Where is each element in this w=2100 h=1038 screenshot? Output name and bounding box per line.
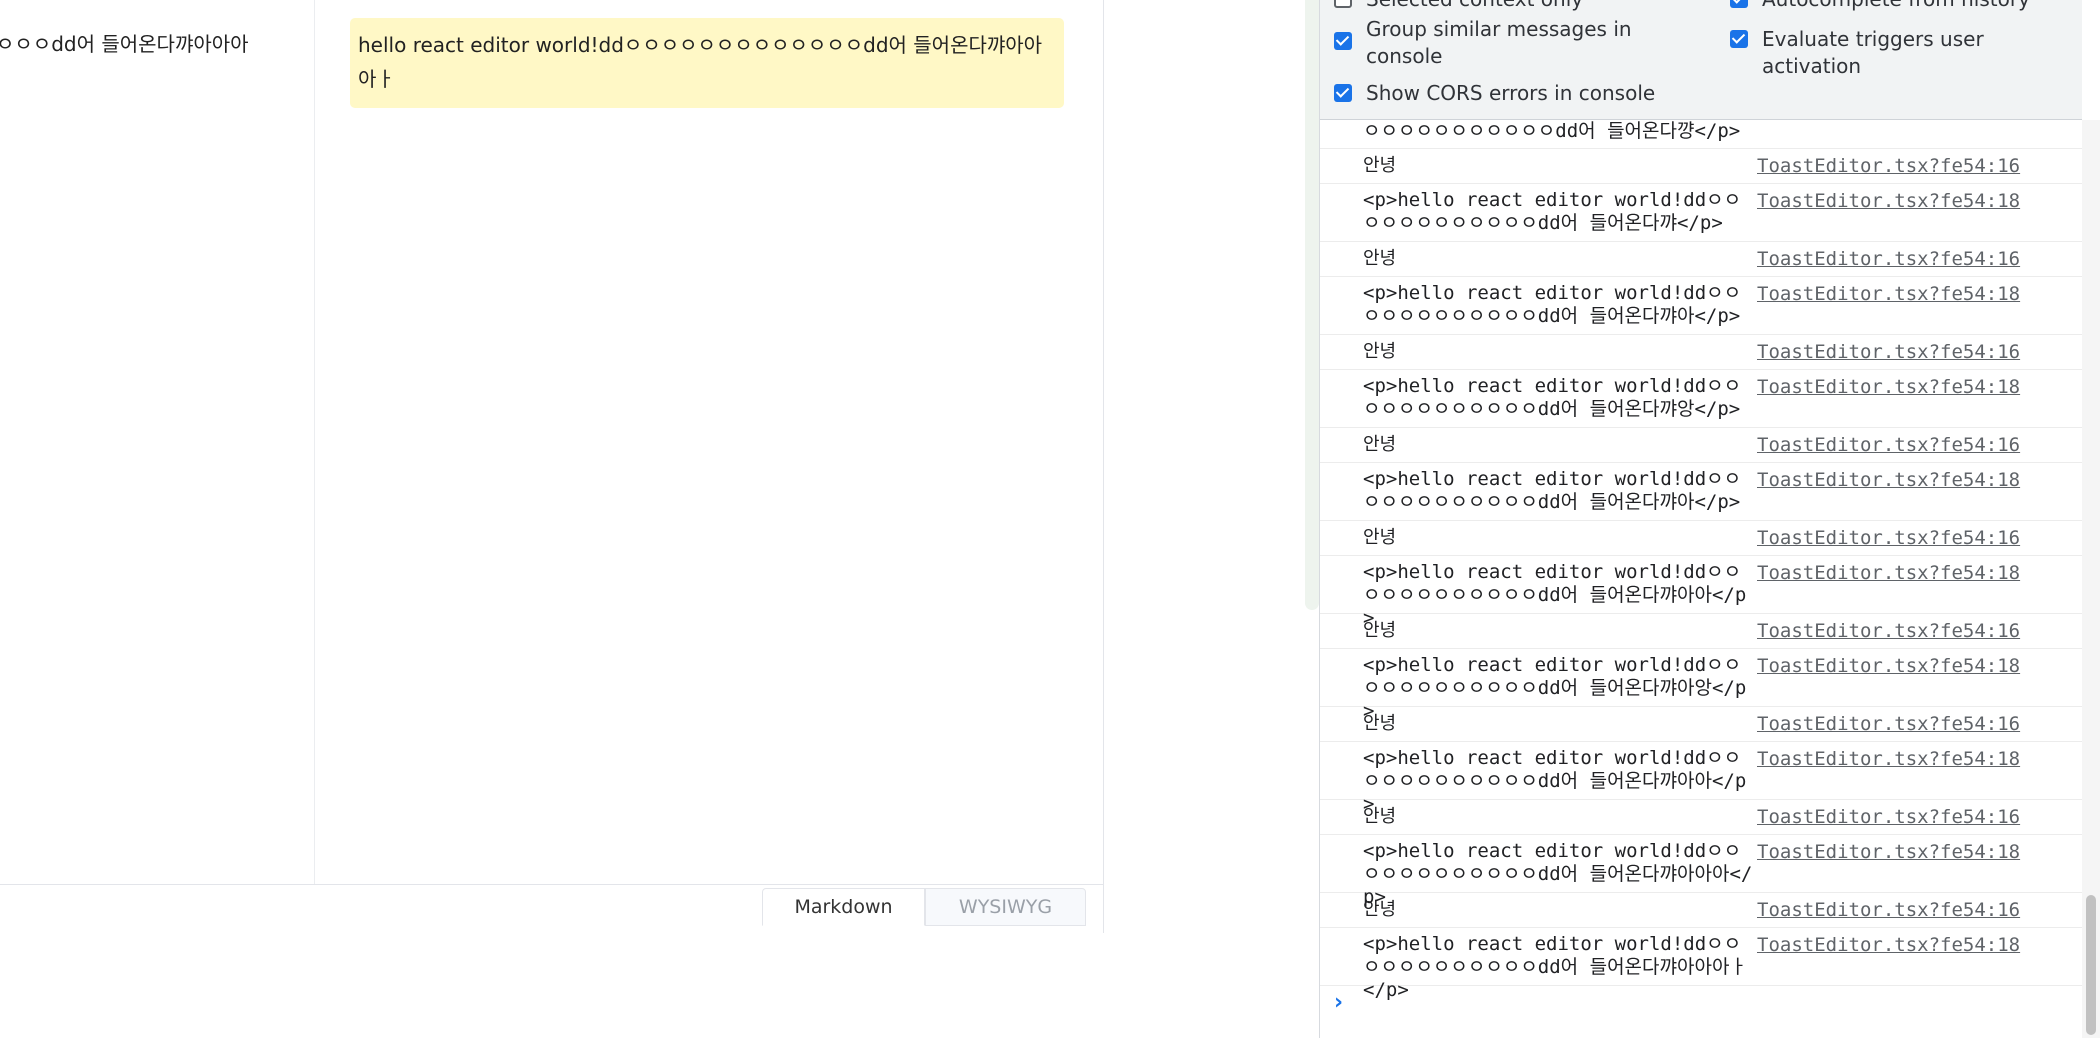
console-source-link[interactable]: ToastEditor.tsx?fe54:18 [1757,934,2020,956]
console-row: 안녕 ToastEditor.tsx?fe54:16 [1320,428,2082,463]
console-source-link[interactable]: ToastEditor.tsx?fe54:16 [1757,899,2020,921]
setting-autocomplete[interactable]: Autocomplete from history [1730,0,2030,13]
setting-show-cors[interactable]: Show CORS errors in console [1334,80,1655,107]
setting-label: Group similar messages in console [1366,17,1632,68]
console-row: <p>hello react editor world!ddㅇㅇㅇㅇㅇㅇㅇㅇㅇㅇ… [1320,556,2082,629]
console-row: <p>hello react editor world!ddㅇㅇㅇㅇㅇㅇㅇㅇㅇㅇ… [1320,463,2082,521]
console-source-link[interactable]: ToastEditor.tsx?fe54:18 [1757,376,2020,398]
console-message-text: <p>hello react editor world!ddㅇㅇㅇㅇㅇㅇㅇㅇㅇㅇ… [1363,375,1742,420]
console-scrollbar[interactable] [2082,120,2100,1038]
console-source-link[interactable]: ToastEditor.tsx?fe54:18 [1757,469,2020,491]
console-source-link[interactable]: ToastEditor.tsx?fe54:16 [1757,527,2020,549]
setting-label: Autocomplete from history [1762,0,2030,13]
tab-wysiwyg[interactable]: WYSIWYG [925,888,1086,926]
console-source-link[interactable]: ToastEditor.tsx?fe54:16 [1757,248,2020,270]
console-message-text: <p>hello react editor world!ddㅇㅇㅇㅇㅇㅇㅇㅇㅇㅇ… [1363,189,1742,234]
console-row: 안녕 ToastEditor.tsx?fe54:16 [1320,707,2082,742]
markdown-pane[interactable]: ㅇㅇㅇdd어 들어온다꺄아아아 [0,0,315,884]
console-source-link[interactable]: ToastEditor.tsx?fe54:18 [1757,748,2020,770]
setting-label: Show CORS errors in console [1366,81,1656,105]
console-row: 안녕 ToastEditor.tsx?fe54:16 [1320,893,2082,928]
setting-evaluate-triggers[interactable]: Evaluate triggers user activation [1730,26,2082,80]
preview-pane: hello react editor world!ddㅇㅇㅇㅇㅇㅇㅇㅇㅇㅇㅇㅇㅇ… [315,0,1103,884]
console-row: 안녕 ToastEditor.tsx?fe54:16 [1320,800,2082,835]
console-message-text: ㅇㅇㅇㅇㅇㅇㅇㅇㅇㅇㅇdd어 들어온다꺙</p> [1363,120,1741,142]
setting-selected-context[interactable]: Selected context only [1334,0,1583,13]
editor-mode-tabbar: Markdown WYSIWYG [0,884,1103,933]
console-message-text: 안녕 [1363,620,1397,641]
console-source-link[interactable]: ToastEditor.tsx?fe54:18 [1757,190,2020,212]
console-message-text: 안녕 [1363,155,1397,176]
console-message-clipped: ㅇㅇㅇㅇㅇㅇㅇㅇㅇㅇㅇdd어 들어온다꺙</p> [1320,120,2082,149]
console-message-text: 안녕 [1363,806,1397,827]
console-row: <p>hello react editor world!ddㅇㅇㅇㅇㅇㅇㅇㅇㅇㅇ… [1320,835,2082,908]
tab-markdown[interactable]: Markdown [762,888,925,926]
checkbox-group-similar[interactable] [1334,32,1352,50]
console-source-link[interactable]: ToastEditor.tsx?fe54:18 [1757,562,2020,584]
console-message-text: 안녕 [1363,527,1397,548]
checkbox-selected-context[interactable] [1334,0,1352,8]
console-scrollbar-thumb[interactable] [2086,895,2096,1035]
console-message-text: 안녕 [1363,341,1397,362]
chevron-right-icon: › [1334,990,1344,1015]
console-message-text: <p>hello react editor world!ddㅇㅇㅇㅇㅇㅇㅇㅇㅇㅇ… [1363,468,1742,513]
console-row: 안녕 ToastEditor.tsx?fe54:16 [1320,149,2082,184]
console-log: ㅇㅇㅇㅇㅇㅇㅇㅇㅇㅇㅇdd어 들어온다꺙</p> 안녕 ToastEditor.t… [1320,120,2082,1038]
console-row: <p>hello react editor world!ddㅇㅇㅇㅇㅇㅇㅇㅇㅇㅇ… [1320,928,2082,1001]
console-message-text: 안녕 [1363,899,1397,920]
console-row: <p>hello react editor world!ddㅇㅇㅇㅇㅇㅇㅇㅇㅇㅇ… [1320,649,2082,722]
checkbox-evaluate-triggers[interactable] [1730,30,1748,48]
markdown-text-line[interactable]: ㅇㅇㅇdd어 들어온다꺄아아아 [0,28,249,57]
setting-group-similar[interactable]: Group similar messages in console [1334,16,1694,70]
setting-label: Evaluate triggers user activation [1762,27,1984,78]
console-row: 안녕 ToastEditor.tsx?fe54:16 [1320,614,2082,649]
console-source-link[interactable]: ToastEditor.tsx?fe54:16 [1757,434,2020,456]
console-source-link[interactable]: ToastEditor.tsx?fe54:18 [1757,283,2020,305]
console-source-link[interactable]: ToastEditor.tsx?fe54:16 [1757,620,2020,642]
console-row: 안녕 ToastEditor.tsx?fe54:16 [1320,521,2082,556]
checkbox-show-cors[interactable] [1334,84,1352,102]
console-source-link[interactable]: ToastEditor.tsx?fe54:16 [1757,155,2020,177]
checkbox-autocomplete[interactable] [1730,0,1748,8]
console-row: 안녕 ToastEditor.tsx?fe54:16 [1320,242,2082,277]
console-message-text: 안녕 [1363,248,1397,269]
console-source-link[interactable]: ToastEditor.tsx?fe54:18 [1757,841,2020,863]
devtools-panel: Selected context only Autocomplete from … [1319,0,2100,1038]
console-source-link[interactable]: ToastEditor.tsx?fe54:16 [1757,341,2020,363]
markdown-editor: ㅇㅇㅇdd어 들어온다꺄아아아 hello react editor world… [0,0,1104,933]
console-prompt[interactable]: › [1320,986,2082,1022]
console-message-text: <p>hello react editor world!ddㅇㅇㅇㅇㅇㅇㅇㅇㅇㅇ… [1363,282,1742,327]
setting-label: Selected context only [1366,0,1583,13]
console-row: <p>hello react editor world!ddㅇㅇㅇㅇㅇㅇㅇㅇㅇㅇ… [1320,370,2082,428]
console-settings: Selected context only Autocomplete from … [1320,0,2082,120]
console-row: <p>hello react editor world!ddㅇㅇㅇㅇㅇㅇㅇㅇㅇㅇ… [1320,742,2082,815]
console-source-link[interactable]: ToastEditor.tsx?fe54:16 [1757,713,2020,735]
console-source-link[interactable]: ToastEditor.tsx?fe54:18 [1757,655,2020,677]
console-row: 안녕 ToastEditor.tsx?fe54:16 [1320,335,2082,370]
page-scroll-strip [1305,0,1319,610]
preview-highlighted-paragraph: hello react editor world!ddㅇㅇㅇㅇㅇㅇㅇㅇㅇㅇㅇㅇㅇ… [350,18,1064,108]
console-row: <p>hello react editor world!ddㅇㅇㅇㅇㅇㅇㅇㅇㅇㅇ… [1320,184,2082,242]
console-row: <p>hello react editor world!ddㅇㅇㅇㅇㅇㅇㅇㅇㅇㅇ… [1320,277,2082,335]
console-source-link[interactable]: ToastEditor.tsx?fe54:16 [1757,806,2020,828]
console-message-text: 안녕 [1363,434,1397,455]
console-message-text: 안녕 [1363,713,1397,734]
